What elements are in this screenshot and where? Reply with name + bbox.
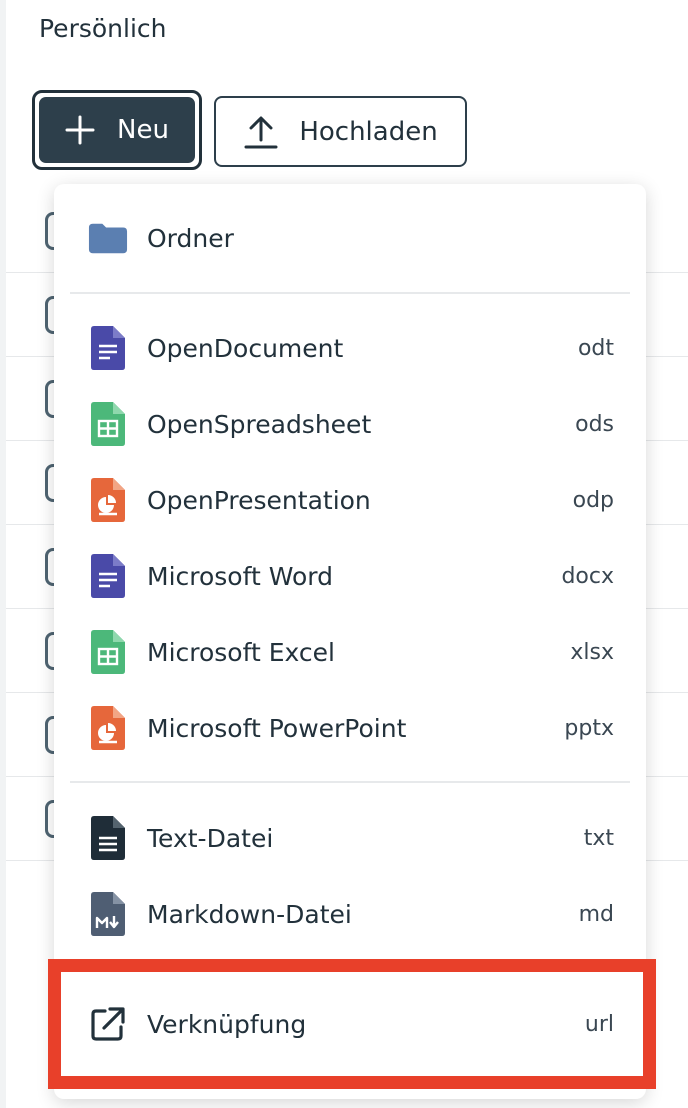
new-file-menu: Ordner OpenDocument odt OpenSpreadsheet … [54, 184, 646, 1099]
file-extension: pptx [564, 715, 614, 741]
menu-item-openspreadsheet[interactable]: OpenSpreadsheet ods [54, 389, 646, 459]
menu-divider [70, 781, 630, 783]
new-button-label: Neu [117, 115, 169, 145]
menu-item-label: Verknüpfung [147, 1009, 307, 1039]
document-icon [88, 326, 128, 370]
menu-item-label: Microsoft Excel [147, 637, 335, 667]
file-extension: ods [575, 411, 614, 437]
file-extension: md [578, 901, 614, 927]
document-icon [88, 554, 128, 598]
plus-icon [65, 115, 95, 145]
folder-icon [88, 218, 128, 258]
left-panel-edge [0, 0, 6, 1108]
menu-item-microsoft-powerpoint[interactable]: Microsoft PowerPoint pptx [54, 693, 646, 763]
file-extension: docx [561, 563, 614, 589]
new-button[interactable]: Neu [32, 90, 202, 170]
menu-item-label: Microsoft PowerPoint [147, 713, 407, 743]
upload-button-label: Hochladen [299, 116, 438, 147]
menu-item-label: OpenPresentation [147, 485, 371, 515]
menu-item-text-file[interactable]: Text-Datei txt [54, 803, 646, 873]
menu-item-label: Markdown-Datei [147, 899, 352, 929]
breadcrumb[interactable]: Persönlich [39, 14, 167, 43]
menu-item-label: Text-Datei [147, 823, 274, 853]
markdown-file-icon [88, 892, 128, 936]
external-link-icon [88, 1004, 128, 1044]
menu-item-microsoft-word[interactable]: Microsoft Word docx [54, 541, 646, 611]
file-extension: xlsx [570, 639, 614, 665]
presentation-icon [88, 706, 128, 750]
menu-item-label: OpenDocument [147, 333, 344, 363]
spreadsheet-icon [88, 402, 128, 446]
file-extension: url [584, 1011, 614, 1037]
menu-item-folder[interactable]: Ordner [54, 203, 646, 273]
toolbar: Neu Hochladen [32, 90, 492, 174]
menu-item-markdown-file[interactable]: Markdown-Datei md [54, 879, 646, 949]
file-extension: odt [577, 335, 614, 361]
menu-item-opendocument[interactable]: OpenDocument odt [54, 313, 646, 383]
file-extension: txt [583, 825, 614, 851]
menu-divider [70, 292, 630, 294]
presentation-icon [88, 478, 128, 522]
menu-item-shortcut[interactable]: Verknüpfung url [54, 989, 646, 1059]
menu-item-label: OpenSpreadsheet [147, 409, 372, 439]
menu-item-openpresentation[interactable]: OpenPresentation odp [54, 465, 646, 535]
spreadsheet-icon [88, 630, 128, 674]
text-file-icon [88, 816, 128, 860]
upload-icon [244, 116, 278, 148]
upload-button[interactable]: Hochladen [214, 96, 467, 167]
menu-item-label: Microsoft Word [147, 561, 333, 591]
file-extension: odp [572, 487, 614, 513]
menu-item-microsoft-excel[interactable]: Microsoft Excel xlsx [54, 617, 646, 687]
menu-item-label: Ordner [147, 223, 234, 253]
